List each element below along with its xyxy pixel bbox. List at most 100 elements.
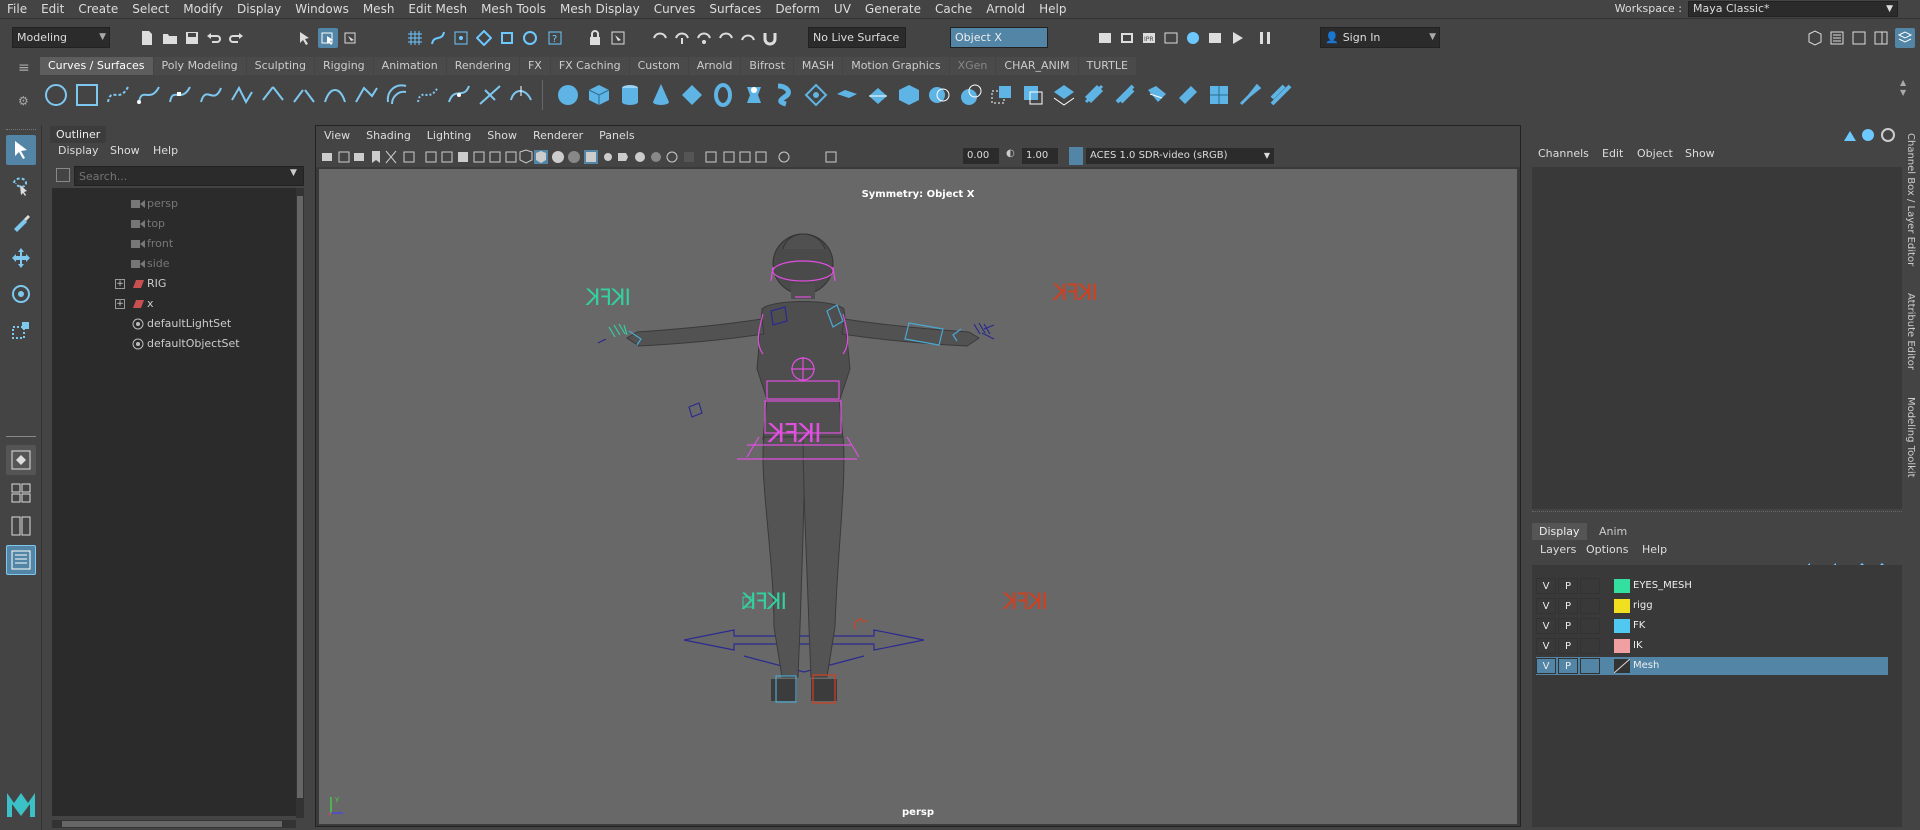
gear-icon[interactable]: ⚙ bbox=[18, 94, 29, 108]
select-object-icon[interactable] bbox=[318, 28, 338, 48]
expand-icon[interactable]: + bbox=[115, 279, 125, 289]
redo-icon[interactable] bbox=[226, 28, 246, 48]
outliner-item-default-light-set[interactable]: defaultLightSet bbox=[52, 314, 292, 334]
shelf-tab-custom[interactable]: Custom bbox=[629, 57, 688, 75]
workspace-dropdown[interactable]: Maya Classic* ▼ bbox=[1688, 0, 1898, 17]
sign-in-dropdown[interactable]: 👤 Sign In ▼ bbox=[1320, 27, 1440, 48]
add-points-icon[interactable] bbox=[443, 80, 474, 110]
outliner-menu-help[interactable]: Help bbox=[153, 144, 178, 157]
intersect-icon[interactable] bbox=[986, 80, 1017, 110]
birail-icon[interactable] bbox=[862, 80, 893, 110]
channel-menu-channels[interactable]: Channels bbox=[1538, 147, 1589, 160]
ikfk-switch-right-leg[interactable]: IKFK bbox=[1004, 590, 1048, 615]
outliner-menu-display[interactable]: Display bbox=[58, 144, 99, 157]
ikfk-switch-spine[interactable]: IKFK bbox=[769, 419, 822, 449]
side-tab-attribute-editor[interactable]: Attribute Editor bbox=[1905, 293, 1916, 370]
rebuild-curve-icon[interactable] bbox=[412, 80, 443, 110]
nurbs-torus-icon[interactable] bbox=[707, 80, 738, 110]
select-component-icon[interactable] bbox=[340, 28, 360, 48]
shelf-tab-char-anim[interactable]: CHAR_ANIM bbox=[996, 57, 1078, 75]
outliner-item-persp[interactable]: persp bbox=[52, 194, 292, 214]
layer-color-swatch[interactable] bbox=[1614, 599, 1630, 613]
layer-display-type-toggle[interactable] bbox=[1580, 618, 1600, 634]
pencil-curve-icon[interactable] bbox=[195, 80, 226, 110]
ep-curve-icon[interactable] bbox=[133, 80, 164, 110]
shelf-tab-rigging[interactable]: Rigging bbox=[314, 57, 373, 75]
tab-display[interactable]: Display bbox=[1532, 523, 1587, 540]
symmetry-dropdown[interactable]: Object X bbox=[950, 27, 1048, 48]
channel-box-icon[interactable] bbox=[1871, 28, 1891, 48]
menu-mesh-display[interactable]: Mesh Display bbox=[553, 2, 647, 16]
viewport-menu-renderer[interactable]: Renderer bbox=[525, 126, 591, 146]
layer-playback-toggle[interactable]: P bbox=[1558, 598, 1578, 614]
arc-tool-icon[interactable] bbox=[226, 80, 257, 110]
select-hierarchy-icon[interactable] bbox=[295, 28, 315, 48]
panel-splitter[interactable] bbox=[1532, 511, 1902, 517]
shelf-tab-mash[interactable]: MASH bbox=[793, 57, 843, 75]
ikfk-switch-left-leg[interactable]: IKFK bbox=[743, 590, 787, 615]
menu-select[interactable]: Select bbox=[125, 2, 176, 16]
shelf-tab-curves-surfaces[interactable]: Curves / Surfaces bbox=[40, 57, 153, 75]
menu-file[interactable]: File bbox=[0, 2, 34, 16]
channel-menu-object[interactable]: Object bbox=[1637, 147, 1673, 160]
save-scene-icon[interactable] bbox=[182, 28, 202, 48]
viewport-toolbar-icons[interactable] bbox=[322, 149, 982, 165]
viewport-menu-panels[interactable]: Panels bbox=[591, 126, 642, 146]
menu-windows[interactable]: Windows bbox=[288, 2, 356, 16]
pause-icon[interactable] bbox=[1255, 28, 1275, 48]
shelf-tab-motion-graphics[interactable]: Motion Graphics bbox=[843, 57, 949, 75]
expand-icon[interactable]: + bbox=[115, 299, 125, 309]
menu-cache[interactable]: Cache bbox=[928, 2, 979, 16]
layer-playback-toggle[interactable]: P bbox=[1558, 578, 1578, 594]
shelf-tab-xgen[interactable]: XGen bbox=[949, 57, 996, 75]
surface-editing-icon[interactable] bbox=[1265, 80, 1296, 110]
insert-isoparm-icon[interactable] bbox=[1141, 80, 1172, 110]
mode-dropdown[interactable]: Modeling ▼ bbox=[12, 27, 110, 48]
layer-visibility-toggle[interactable]: V bbox=[1536, 578, 1556, 594]
lock-icon[interactable] bbox=[585, 28, 605, 48]
menu-mesh[interactable]: Mesh bbox=[356, 2, 402, 16]
undo-icon[interactable] bbox=[204, 28, 224, 48]
nurbs-plane-icon[interactable] bbox=[676, 80, 707, 110]
layer-visibility-toggle[interactable]: V bbox=[1536, 658, 1556, 674]
menu-surfaces[interactable]: Surfaces bbox=[702, 2, 768, 16]
colorspace-dropdown[interactable]: ACES 1.0 SDR-video (sRGB) ▼ bbox=[1086, 148, 1274, 164]
snap-toggle-icon[interactable]: ? bbox=[545, 28, 565, 48]
attribute-editor-icon[interactable] bbox=[1827, 28, 1847, 48]
layer-row-eyes-mesh[interactable]: V P EYES_MESH bbox=[1536, 577, 1888, 595]
layer-editor-icon[interactable] bbox=[1895, 28, 1915, 48]
outliner-hscrollbar[interactable] bbox=[52, 820, 296, 828]
rebuild-surface-icon[interactable] bbox=[1203, 80, 1234, 110]
shelf-tab-poly-modeling[interactable]: Poly Modeling bbox=[153, 57, 246, 75]
viewport-menu-shading[interactable]: Shading bbox=[358, 126, 419, 146]
shelf-tab-turtle[interactable]: TURTLE bbox=[1078, 57, 1136, 75]
render-frame-icon[interactable] bbox=[1095, 28, 1115, 48]
snap-surface-icon[interactable] bbox=[520, 28, 540, 48]
shelf-tab-bifrost[interactable]: Bifrost bbox=[741, 57, 793, 75]
shelf-tab-fx[interactable]: FX bbox=[519, 57, 550, 75]
lasso-tool-icon[interactable] bbox=[6, 171, 36, 201]
revolve-icon[interactable] bbox=[738, 80, 769, 110]
attach-curves-icon[interactable] bbox=[257, 80, 288, 110]
bevel-icon[interactable] bbox=[955, 80, 986, 110]
untrim-icon[interactable] bbox=[1079, 80, 1110, 110]
snap-view-plane-icon[interactable] bbox=[474, 28, 494, 48]
magnet-icon[interactable] bbox=[760, 28, 780, 48]
layers-menu-options[interactable]: Options bbox=[1586, 543, 1628, 556]
layer-color-swatch[interactable] bbox=[1614, 619, 1630, 633]
layers-menu-help[interactable]: Help bbox=[1642, 543, 1667, 556]
shelf-menu-icon[interactable]: ≡ bbox=[18, 60, 30, 76]
snap-grid-icon[interactable] bbox=[405, 28, 425, 48]
channel-menu-edit[interactable]: Edit bbox=[1602, 147, 1623, 160]
menu-modify[interactable]: Modify bbox=[176, 2, 230, 16]
modeling-toolkit-icon[interactable] bbox=[1805, 28, 1825, 48]
offset-curve-icon[interactable] bbox=[381, 80, 412, 110]
extend-surface-icon[interactable] bbox=[1110, 80, 1141, 110]
outliner-layout-icon[interactable] bbox=[6, 545, 36, 575]
ipr-render-icon[interactable]: IPR bbox=[1139, 28, 1159, 48]
layer-display-type-toggle[interactable] bbox=[1580, 658, 1600, 674]
arnold-render-icon[interactable] bbox=[1205, 28, 1225, 48]
nurbs-circle-icon[interactable] bbox=[40, 80, 71, 110]
curve-editing-icon[interactable] bbox=[474, 80, 505, 110]
layer-visibility-toggle[interactable]: V bbox=[1536, 618, 1556, 634]
